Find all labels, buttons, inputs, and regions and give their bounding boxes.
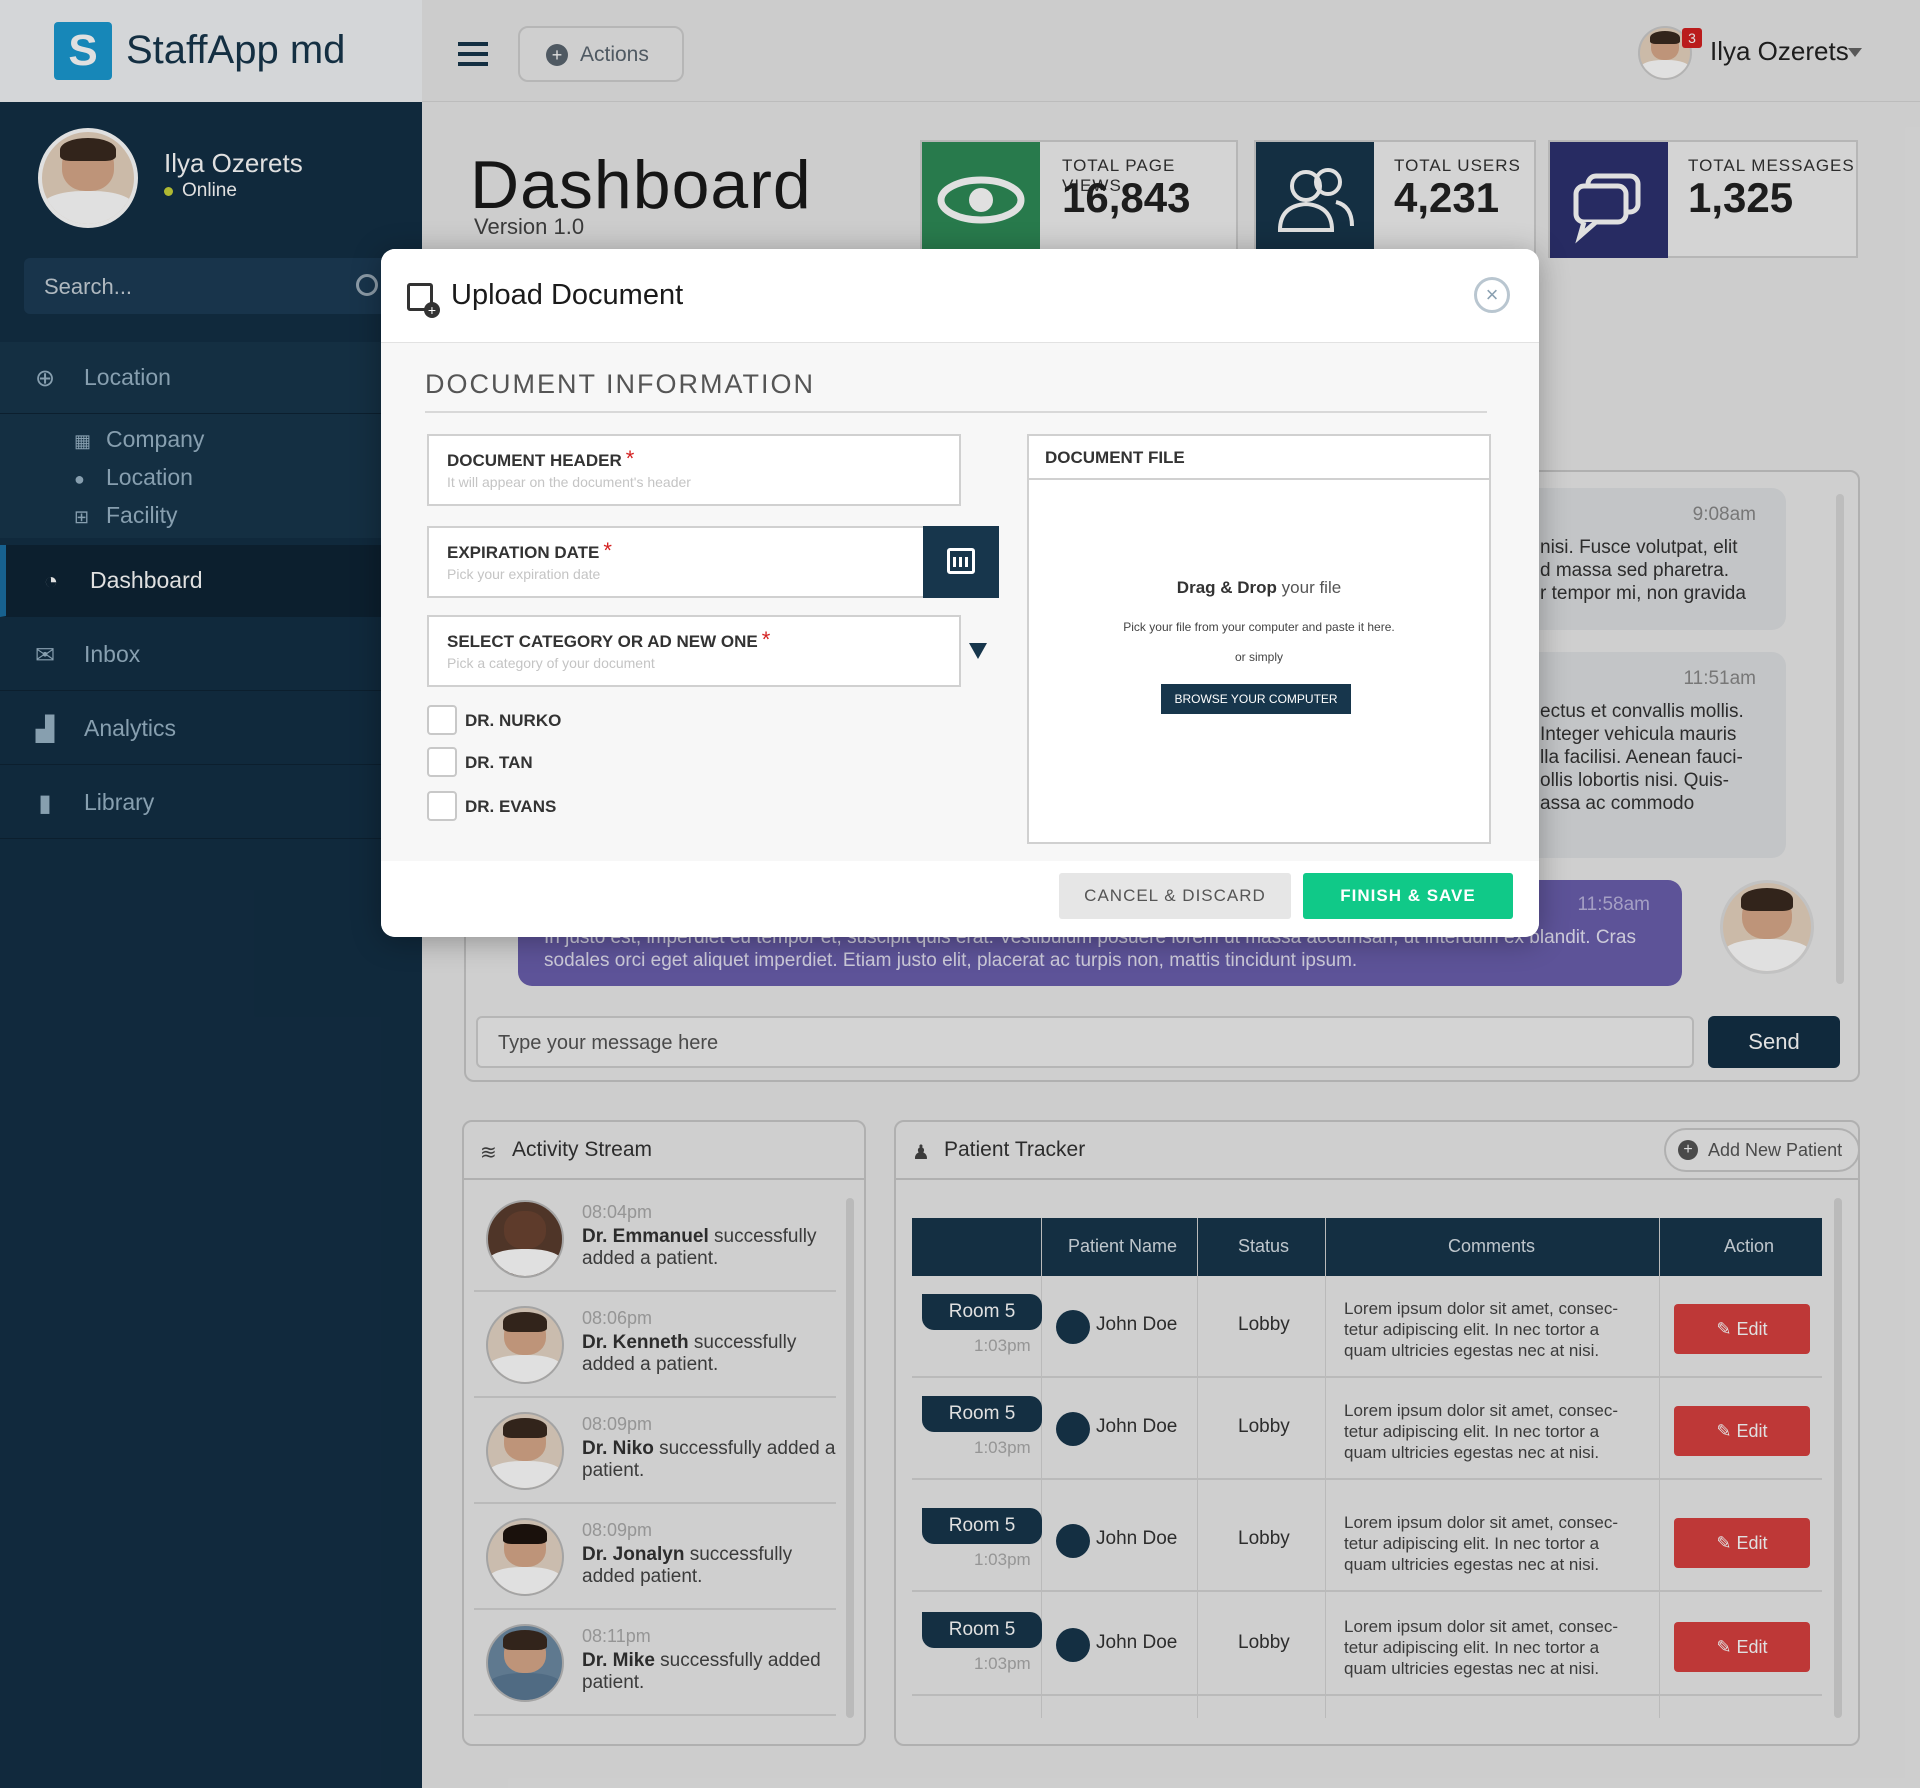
required-mark: * [603, 538, 612, 563]
cancel-discard-button[interactable]: CANCEL & DISCARD [1059, 873, 1291, 919]
checkbox-dr-nurko[interactable] [427, 705, 457, 735]
field-label: SELECT CATEGORY OR AD NEW ONE * [447, 627, 771, 652]
calendar-icon [947, 548, 975, 574]
upload-document-modal: Upload Document × DOCUMENT INFORMATION D… [381, 249, 1539, 937]
section-title: DOCUMENT INFORMATION [425, 369, 815, 399]
required-mark: * [761, 627, 771, 652]
document-header-field[interactable]: DOCUMENT HEADER * It will appear on the d… [427, 434, 961, 506]
drop-title-rest: your file [1281, 578, 1342, 597]
checkbox-label[interactable]: DR. NURKO [465, 711, 561, 731]
close-icon[interactable]: × [1474, 277, 1510, 313]
checkbox-label[interactable]: DR. EVANS [465, 797, 556, 817]
field-label: DOCUMENT HEADER * [447, 446, 635, 471]
drop-title: Drag & Drop your file [1029, 578, 1489, 598]
file-box-header: DOCUMENT FILE [1029, 436, 1489, 480]
modal-header: Upload Document × [381, 249, 1539, 343]
checkbox-dr-evans[interactable] [427, 791, 457, 821]
drop-hint: Pick your file from your computer and pa… [1123, 620, 1395, 634]
field-placeholder: It will appear on the document's header [447, 474, 691, 490]
required-mark: * [625, 446, 635, 471]
dropdown-arrow-icon[interactable] [969, 643, 987, 659]
checkbox-dr-tan[interactable] [427, 747, 457, 777]
modal-footer: CANCEL & DISCARD FINISH & SAVE [381, 861, 1539, 937]
drop-title-bold: Drag & Drop [1176, 578, 1277, 597]
section-divider [425, 411, 1487, 413]
field-label: EXPIRATION DATE * [447, 538, 612, 563]
field-placeholder: Pick a category of your document [447, 655, 655, 671]
finish-save-button[interactable]: FINISH & SAVE [1303, 873, 1513, 919]
browse-computer-button[interactable]: BROWSE YOUR COMPUTER [1161, 684, 1351, 714]
calendar-button[interactable] [923, 526, 999, 598]
file-drop-zone[interactable]: DOCUMENT FILE Drag & Drop your file Pick… [1027, 434, 1491, 844]
expiration-date-field[interactable]: EXPIRATION DATE * Pick your expiration da… [427, 526, 925, 598]
field-placeholder: Pick your expiration date [447, 566, 601, 582]
document-add-icon [407, 283, 440, 318]
drop-or: or simply [1234, 650, 1283, 664]
category-select[interactable]: SELECT CATEGORY OR AD NEW ONE * Pick a ca… [427, 615, 961, 687]
modal-title: Upload Document [451, 279, 684, 311]
checkbox-label[interactable]: DR. TAN [465, 753, 533, 773]
file-box-title: DOCUMENT FILE [1045, 448, 1185, 467]
